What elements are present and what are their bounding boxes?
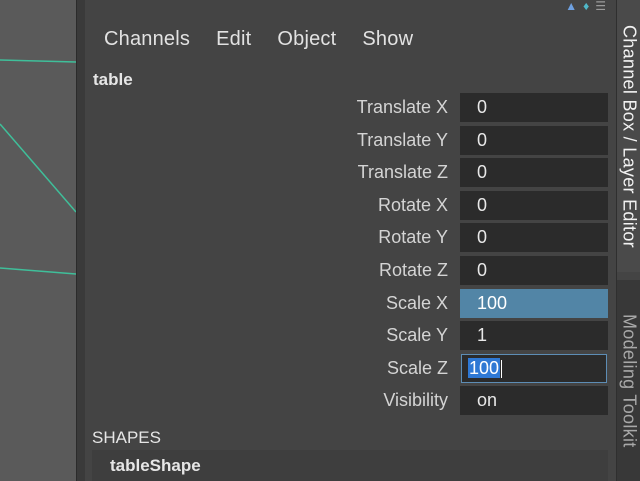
channel-row-rotate-z: Rotate Z 0	[85, 255, 616, 288]
renderer-icon[interactable]: ▲	[565, 0, 577, 12]
channel-value-field[interactable]: 0	[460, 158, 608, 188]
channel-row-translate-x: Translate X 0	[85, 92, 616, 125]
channel-row-translate-z: Translate Z 0	[85, 157, 616, 190]
channel-label[interactable]: Translate X	[357, 97, 448, 118]
channel-value-field[interactable]: 0	[460, 190, 608, 220]
channel-label[interactable]: Scale Z	[387, 358, 448, 379]
side-tab-strip: Channel Box / Layer Editor Modeling Tool…	[616, 0, 640, 481]
channel-value-field[interactable]: 0	[460, 255, 608, 285]
channel-label[interactable]: Rotate Z	[379, 260, 448, 281]
menu-edit[interactable]: Edit	[203, 28, 264, 51]
channel-row-scale-z: Scale Z 100	[85, 353, 616, 386]
channel-value-field[interactable]: 0	[460, 93, 608, 122]
menu-channels[interactable]: Channels	[85, 28, 203, 51]
text-caret	[501, 360, 503, 378]
shapes-section-header: SHAPES	[92, 428, 161, 447]
tab-channel-box-layer-editor[interactable]: Channel Box / Layer Editor	[617, 0, 640, 272]
channel-row-visibility: Visibility on	[85, 385, 616, 418]
channel-value-input-editing[interactable]: 100	[461, 353, 607, 383]
menu-object[interactable]: Object	[264, 28, 349, 51]
tab-label: Channel Box / Layer Editor	[619, 24, 640, 248]
tab-label: Modeling Toolkit	[619, 313, 640, 448]
channel-value-field[interactable]: 0	[460, 223, 608, 253]
shape-node-item[interactable]: tableShape	[92, 450, 608, 481]
channel-label[interactable]: Visibility	[383, 390, 448, 411]
menu-show[interactable]: Show	[349, 28, 426, 51]
channel-box-panel: ▲ ♦ ☰ Channels Edit Object Show table Tr…	[85, 0, 616, 481]
channel-label[interactable]: Translate Y	[357, 130, 448, 151]
filter-icon[interactable]: ☰	[595, 0, 606, 12]
channel-row-scale-y: Scale Y 1	[85, 320, 616, 353]
channel-value-field-selected[interactable]: 100	[460, 288, 608, 318]
channel-box-menubar: Channels Edit Object Show	[85, 22, 616, 56]
diamond-icon[interactable]: ♦	[583, 0, 589, 12]
channel-value-field[interactable]: on	[460, 386, 608, 416]
channel-row-translate-y: Translate Y 0	[85, 125, 616, 158]
channel-label[interactable]: Scale Y	[386, 325, 448, 346]
channel-label[interactable]: Rotate X	[378, 195, 448, 216]
selected-text[interactable]: 100	[468, 357, 501, 378]
channel-list: Translate X 0 Translate Y 0 Translate Z …	[85, 92, 616, 418]
viewport-wireframe	[0, 59, 76, 275]
selected-object-name[interactable]: table	[93, 70, 133, 90]
channel-label[interactable]: Rotate Y	[378, 227, 448, 248]
channel-row-scale-x: Scale X 100	[85, 288, 616, 321]
channel-label[interactable]: Translate Z	[358, 162, 448, 183]
channel-value-field[interactable]: 0	[460, 125, 608, 155]
channel-row-rotate-x: Rotate X 0	[85, 190, 616, 223]
channel-row-rotate-y: Rotate Y 0	[85, 222, 616, 255]
panel-toolbar-icons: ▲ ♦ ☰	[565, 0, 606, 12]
channel-value-field[interactable]: 1	[460, 321, 608, 351]
channel-label[interactable]: Scale X	[386, 293, 448, 314]
viewport-panel[interactable]	[0, 0, 76, 481]
tab-modeling-toolkit[interactable]: Modeling Toolkit	[617, 280, 640, 481]
